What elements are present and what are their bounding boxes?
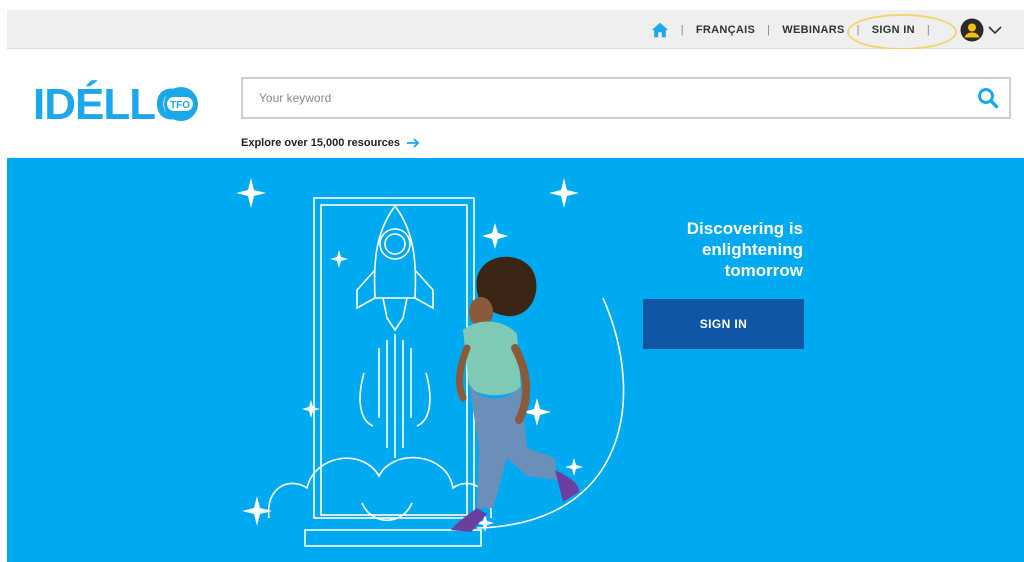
nav-link-webinars[interactable]: WEBINARS bbox=[782, 24, 844, 36]
search-icon[interactable] bbox=[977, 87, 999, 109]
nav-separator: | bbox=[680, 23, 684, 36]
top-nav: | FRANÇAIS | WEBINARS | SIGN IN | bbox=[651, 10, 1002, 49]
chevron-down-icon[interactable] bbox=[988, 25, 1002, 35]
avatar-icon[interactable] bbox=[960, 18, 984, 42]
hero-illustration bbox=[236, 178, 625, 547]
idello-logo[interactable]: IDÉLLO TFO bbox=[33, 79, 203, 125]
nav-separator: | bbox=[926, 23, 930, 36]
search-input[interactable] bbox=[243, 79, 977, 117]
explore-label: Explore over 15,000 resources bbox=[241, 137, 400, 149]
page: | FRANÇAIS | WEBINARS | SIGN IN | IDÉLLO… bbox=[7, 10, 1024, 562]
top-utility-bar: | FRANÇAIS | WEBINARS | SIGN IN | bbox=[7, 10, 1024, 50]
tagline-line-1: Discovering is bbox=[686, 219, 803, 238]
home-icon[interactable] bbox=[651, 21, 669, 39]
hero-sign-in-button[interactable]: SIGN IN bbox=[643, 299, 804, 349]
account-menu[interactable] bbox=[960, 18, 1002, 42]
tagline-line-2: enlightening bbox=[701, 240, 803, 259]
nav-link-francais[interactable]: FRANÇAIS bbox=[696, 24, 755, 36]
hero-banner: Discovering is enlightening tomorrow SIG… bbox=[7, 158, 1024, 562]
nav-link-sign-in[interactable]: SIGN IN bbox=[872, 24, 915, 36]
header: IDÉLLO TFO Explore over 15,000 resources bbox=[7, 49, 1024, 158]
search-bar bbox=[241, 77, 1011, 119]
tagline-line-3: tomorrow bbox=[724, 261, 803, 280]
arrow-right-icon bbox=[406, 138, 420, 148]
hero-tagline: Discovering is enlightening tomorrow bbox=[637, 218, 803, 281]
explore-link[interactable]: Explore over 15,000 resources bbox=[241, 137, 420, 149]
nav-separator: | bbox=[767, 23, 771, 36]
logo-badge: TFO bbox=[170, 100, 190, 111]
nav-separator: | bbox=[856, 23, 860, 36]
